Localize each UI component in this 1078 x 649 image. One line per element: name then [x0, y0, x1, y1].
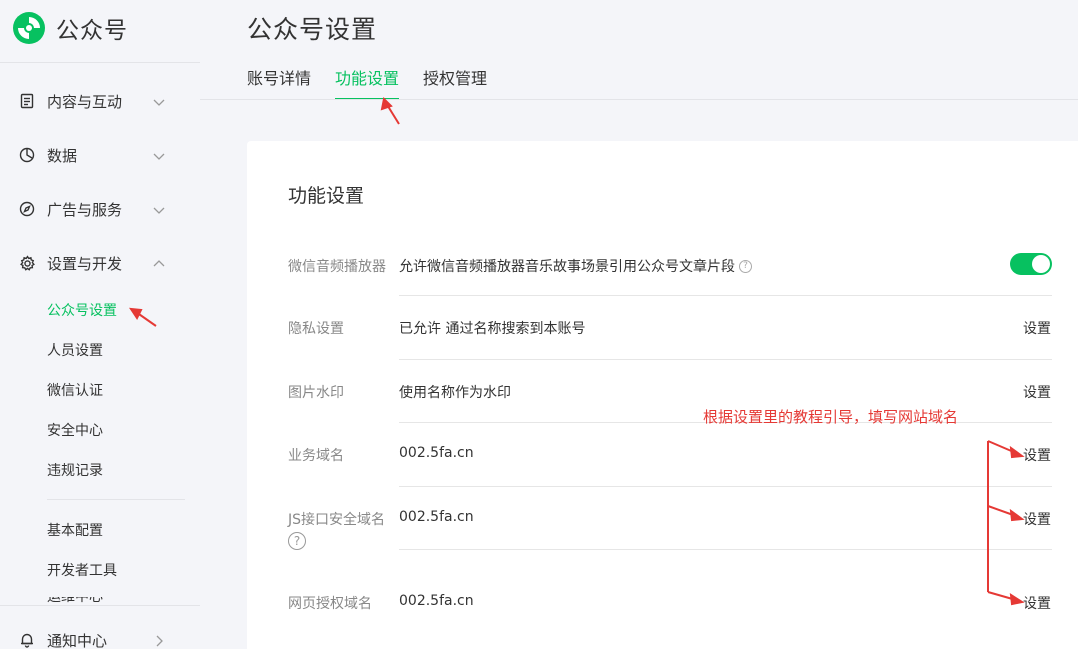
- sidebar-item-data[interactable]: 数据: [0, 140, 200, 170]
- sidebar-divider: [0, 62, 200, 63]
- chevron-down-icon: [152, 202, 166, 216]
- setting-row-watermark: 图片水印 使用名称作为水印 设置: [247, 382, 1078, 406]
- sidebar-subdivider: [47, 499, 185, 500]
- sidebar-scroll-clip: 运维中心: [0, 597, 200, 605]
- sidebar-item-settings[interactable]: 设置与开发: [0, 248, 200, 278]
- sidebar-subitem-basic-config[interactable]: 基本配置: [47, 519, 103, 541]
- sidebar-item-label: 广告与服务: [47, 200, 123, 219]
- setting-row-js-domain: JS接口安全域名 ? 002.5fa.cn 设置: [247, 509, 1078, 553]
- tab-authorization-management[interactable]: 授权管理: [423, 64, 487, 100]
- tab-account-details[interactable]: 账号详情: [247, 64, 311, 100]
- setting-value: 使用名称作为水印: [399, 385, 511, 401]
- tab-feature-settings[interactable]: 功能设置: [335, 64, 400, 100]
- bell-icon: [18, 631, 36, 649]
- sidebar-subitem-security-center[interactable]: 安全中心: [47, 419, 103, 441]
- row-separator: [399, 549, 1052, 550]
- sidebar-subitem-ops-center[interactable]: 运维中心: [47, 597, 103, 605]
- sidebar-subitem-developer-tools[interactable]: 开发者工具: [47, 559, 117, 581]
- setting-row-audio-player: 微信音频播放器 允许微信音频播放器音乐故事场景引用公众号文章片段 ?: [247, 253, 1078, 297]
- toggle-knob: [1032, 255, 1050, 273]
- sidebar-item-content[interactable]: 内容与互动: [0, 86, 200, 116]
- setting-value-text: 允许微信音频播放器音乐故事场景引用公众号文章片段: [399, 259, 735, 275]
- page-title: 公众号设置: [247, 15, 378, 44]
- card-title: 功能设置: [288, 185, 365, 207]
- sidebar-item-label: 设置与开发: [47, 254, 123, 273]
- app-logo[interactable]: 公众号: [12, 10, 128, 46]
- audio-player-toggle[interactable]: [1010, 253, 1052, 275]
- setting-value: 允许微信音频播放器音乐故事场景引用公众号文章片段 ?: [399, 256, 752, 276]
- watermark-settings-link[interactable]: 设置: [1023, 382, 1051, 402]
- document-icon: [18, 92, 36, 110]
- setting-label: 图片水印: [288, 385, 344, 401]
- help-icon[interactable]: ?: [739, 259, 752, 273]
- chevron-down-icon: [152, 94, 166, 108]
- feature-settings-card: 功能设置 微信音频播放器 允许微信音频播放器音乐故事场景引用公众号文章片段 ? …: [247, 141, 1078, 649]
- row-separator: [399, 295, 1052, 296]
- setting-label: 业务域名: [288, 448, 344, 464]
- sidebar-subitem-wechat-verification[interactable]: 微信认证: [47, 379, 103, 401]
- setting-label: JS接口安全域名: [288, 512, 386, 528]
- web-auth-domain-settings-link[interactable]: 设置: [1023, 593, 1051, 613]
- privacy-settings-link[interactable]: 设置: [1023, 318, 1051, 338]
- setting-row-privacy: 隐私设置 已允许 通过名称搜索到本账号 设置: [247, 318, 1078, 342]
- business-domain-settings-link[interactable]: 设置: [1023, 445, 1051, 465]
- annotation-text: 根据设置里的教程引导，填写网站域名: [703, 408, 959, 426]
- sidebar-subitem-account-settings[interactable]: 公众号设置: [47, 299, 117, 321]
- sidebar-item-ads[interactable]: 广告与服务: [0, 194, 200, 224]
- setting-value: 002.5fa.cn: [399, 593, 474, 609]
- tabs-divider: [200, 99, 1078, 100]
- row-separator: [399, 359, 1052, 360]
- pie-chart-icon: [18, 146, 36, 164]
- chevron-right-icon: [152, 633, 166, 647]
- setting-value: 已允许 通过名称搜索到本账号: [399, 321, 586, 337]
- sidebar-divider: [0, 605, 200, 606]
- setting-row-business-domain: 业务域名 002.5fa.cn 设置: [247, 445, 1078, 469]
- setting-value: 002.5fa.cn: [399, 445, 474, 461]
- annotation-arrow-tab: [380, 96, 400, 125]
- sidebar-item-label: 内容与互动: [47, 92, 123, 111]
- sidebar-item-label: 通知中心: [47, 631, 108, 649]
- app-name: 公众号: [56, 18, 128, 44]
- compass-icon: [18, 200, 36, 218]
- chevron-up-icon: [152, 256, 166, 270]
- help-icon[interactable]: ?: [288, 532, 306, 550]
- setting-label: 网页授权域名: [288, 596, 372, 612]
- sidebar-item-label: 数据: [47, 146, 78, 165]
- sidebar-subitem-violation-records[interactable]: 违规记录: [47, 459, 103, 481]
- sidebar-subitem-staff-settings[interactable]: 人员设置: [47, 339, 103, 361]
- row-separator: [399, 486, 1052, 487]
- chevron-down-icon: [152, 148, 166, 162]
- setting-row-web-auth-domain: 网页授权域名 002.5fa.cn 设置: [247, 593, 1078, 617]
- js-domain-settings-link[interactable]: 设置: [1023, 509, 1051, 529]
- gear-icon: [18, 254, 36, 272]
- wechat-official-logo-icon: [12, 11, 46, 45]
- setting-label: 隐私设置: [288, 321, 344, 337]
- sidebar: 公众号 内容与互动 数据 广告与服务 设置与开发 公众号设置 人员设置 微信认证…: [0, 0, 200, 649]
- setting-label: 微信音频播放器: [288, 259, 386, 275]
- setting-value: 002.5fa.cn: [399, 509, 474, 525]
- sidebar-item-notifications[interactable]: 通知中心: [0, 625, 200, 649]
